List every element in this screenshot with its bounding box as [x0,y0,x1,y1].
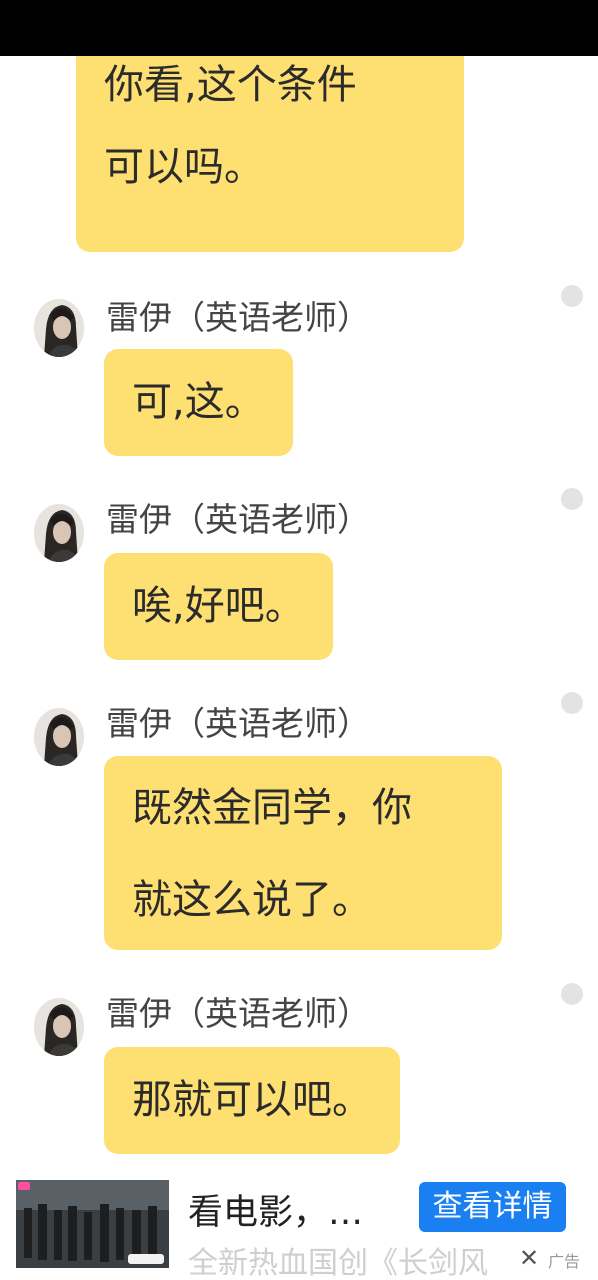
status-dot-icon [561,488,583,510]
message-4-line-1: 既然金同学，你 [132,785,412,831]
close-icon[interactable]: ✕ [515,1244,543,1272]
message-bubble-4[interactable]: 既然金同学，你 就这么说了。 [104,756,502,950]
message-5-text: 那就可以吧。 [132,1077,372,1123]
sender-name: 雷伊（英语老师） [106,704,370,743]
avatar-portrait-icon [34,998,84,1056]
ad-banner[interactable]: 看电影，… 查看详情 全新热血国创《长剑风 ✕ 广告 [0,1166,598,1280]
message-4-line-2: 就这么说了。 [132,877,372,923]
avatar[interactable] [34,708,84,766]
message-bubble-1[interactable]: 你看,这个条件 可以吗。 [76,56,464,252]
ad-thumbnail[interactable] [16,1180,169,1268]
message-2-text: 可,这。 [132,379,265,425]
sender-name: 雷伊（英语老师） [106,298,370,337]
message-1-line-2: 可以吗。 [104,144,264,190]
sender-name: 雷伊（英语老师） [106,994,370,1033]
ad-label: 广告 [548,1252,581,1271]
avatar-portrait-icon [34,708,84,766]
message-bubble-2[interactable]: 可,这。 [104,349,293,456]
avatar-portrait-icon [34,299,84,357]
avatar[interactable] [34,504,84,562]
ad-headline[interactable]: 看电影，… [188,1184,363,1235]
chat-message-list[interactable]: 你看,这个条件 可以吗。 雷伊（英语老师） 可,这。 雷伊（英语老师） 唉,好吧… [0,56,598,1166]
avatar[interactable] [34,299,84,357]
status-dot-icon [561,692,583,714]
movie-still-icon [16,1180,169,1268]
message-bubble-3[interactable]: 唉,好吧。 [104,553,333,660]
status-dot-icon [561,285,583,307]
message-1-line-1: 你看,这个条件 [104,62,357,108]
avatar-portrait-icon [34,504,84,562]
avatar[interactable] [34,998,84,1056]
view-details-button[interactable]: 查看详情 [419,1182,566,1232]
status-dot-icon [561,983,583,1005]
ad-subtitle: 全新热血国创《长剑风 [188,1246,488,1280]
status-bar [0,0,598,56]
sender-name: 雷伊（英语老师） [106,500,370,539]
message-bubble-5[interactable]: 那就可以吧。 [104,1047,400,1154]
message-3-text: 唉,好吧。 [132,583,305,629]
